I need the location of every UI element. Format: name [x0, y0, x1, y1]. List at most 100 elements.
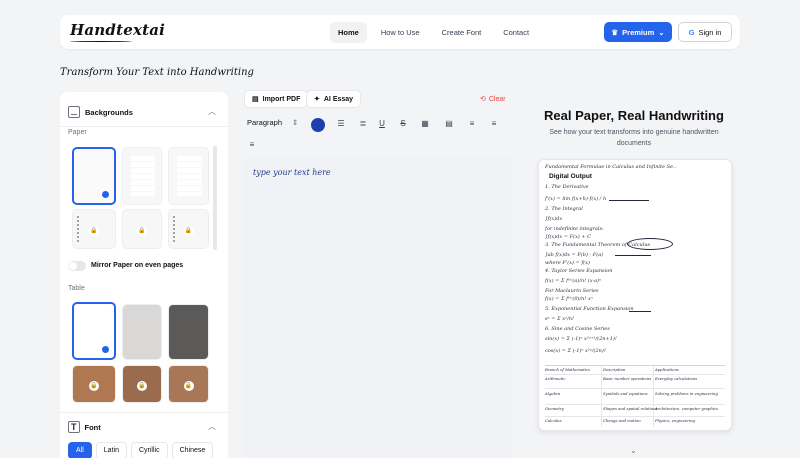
text-editor[interactable]: type your text here	[243, 156, 511, 458]
digital-output-label: Digital Output	[547, 172, 594, 181]
tab-chinese[interactable]: Chinese	[171, 442, 214, 458]
table-cell: Algebra	[545, 391, 561, 396]
table-option-oak[interactable]: 🔒	[168, 365, 209, 403]
paper-lines	[131, 156, 155, 196]
table-option-desk[interactable]: 🔒	[122, 365, 162, 403]
table-cell: Everyday calculations	[655, 376, 698, 381]
align-left-icon[interactable]: ≡	[467, 119, 477, 128]
table-rule	[545, 388, 725, 389]
table-icon[interactable]: ▦	[420, 119, 430, 128]
paper-option-light[interactable]	[122, 147, 162, 205]
font-section-header[interactable]: T Font ︿	[68, 419, 220, 435]
table-cell: Change and motion	[603, 418, 641, 423]
hw-line: 4. Taylor Series Expansion	[545, 268, 613, 274]
lock-icon: 🔒	[89, 381, 99, 391]
crown-icon: ♛	[611, 27, 619, 37]
strikethrough-icon[interactable]: S	[398, 119, 408, 128]
note-icon[interactable]: ▤	[444, 119, 454, 128]
hw-line: 2. The Integral	[545, 206, 583, 212]
top-header: Handtextai Home How to Use Create Font C…	[60, 15, 740, 49]
paper-option-plain[interactable]	[72, 147, 116, 205]
annotation-arrow	[615, 255, 651, 256]
chevron-up-icon[interactable]: ︿	[208, 106, 216, 117]
nav-contact[interactable]: Contact	[495, 22, 537, 43]
scroll-down-icon[interactable]: ⌄	[630, 446, 637, 455]
main-nav: Home How to Use Create Font Contact	[330, 22, 537, 43]
table-cell: Basic number operations	[603, 376, 652, 381]
annotation-arrow	[609, 200, 649, 201]
logo-swoosh	[70, 40, 132, 42]
nav-create-font[interactable]: Create Font	[434, 22, 490, 43]
paper-option-grid[interactable]	[168, 147, 209, 205]
hw-line: cos(x) = Σ (-1)ⁿ x²ⁿ/(2n)!	[545, 348, 606, 354]
table-cell: Geometry	[545, 406, 564, 411]
table-option-white[interactable]	[72, 302, 116, 360]
clear-label: Clear	[488, 95, 506, 103]
table-cell: Shapes and spatial relations	[603, 406, 658, 411]
hw-line: 1. The Derivative	[545, 184, 589, 190]
page-tagline: Transform Your Text into Handwriting	[60, 67, 254, 78]
paragraph-select[interactable]: Paragraph ⇕	[247, 118, 298, 127]
nav-home[interactable]: Home	[330, 22, 367, 43]
numbered-list-icon[interactable]: ≣	[358, 119, 368, 128]
hw-line: Fundamental Formulae in Calculus and Inf…	[545, 164, 677, 170]
preview-subtitle: See how your text transforms into genuin…	[549, 129, 719, 147]
sign-in-button[interactable]: G Sign in	[678, 22, 732, 42]
lock-icon: 🔒	[89, 226, 99, 236]
backgrounds-section-header[interactable]: Backgrounds ︿	[68, 104, 220, 120]
table-option-wood[interactable]: 🔒	[72, 365, 116, 403]
table-cell: Description	[603, 367, 626, 372]
table-cell: Solving problems in engineering	[655, 391, 718, 396]
table-cell: Arithmetic	[545, 376, 566, 381]
lock-icon: 🔒	[183, 226, 194, 236]
handwriting-preview: Fundamental Formulae in Calculus and Inf…	[538, 159, 732, 431]
tab-latin[interactable]: Latin	[95, 442, 127, 458]
hw-line: 5. Exponential Function Expansion	[545, 306, 634, 312]
paper-label: Paper	[68, 129, 87, 136]
settings-sidebar: Backgrounds ︿ Paper 🔒 🔒 🔒 Mirror Paper o…	[60, 92, 228, 458]
table-option-gray[interactable]	[122, 304, 162, 360]
font-icon: T	[68, 421, 80, 433]
text-color-picker[interactable]	[311, 118, 325, 132]
preview-title: Real Paper, Real Handwriting	[544, 108, 724, 123]
mirror-label: Mirror Paper on even pages	[91, 262, 184, 269]
table-cell: Symbols and equations	[603, 391, 648, 396]
align-center-icon[interactable]: ≡	[489, 119, 499, 128]
paper-option-spiral[interactable]: 🔒	[72, 209, 116, 249]
format-toolbar: Paragraph ⇕ ☰ ≣ U S ▦ ▤ ≡ ≡ ≡	[243, 116, 511, 152]
annotation-arrow	[629, 311, 651, 312]
table-cell: Branch of Mathematics	[545, 367, 591, 372]
tab-all[interactable]: All	[68, 442, 92, 458]
hw-line: f(x) = Σ f⁽ⁿ⁾(a)/n! (x-a)ⁿ	[545, 278, 602, 284]
premium-label: Premium	[622, 27, 655, 37]
clear-button[interactable]: ⟲ Clear	[480, 95, 506, 104]
hw-line: ∫f(x)dx	[545, 216, 563, 222]
divider	[60, 412, 228, 413]
table-rule	[545, 374, 725, 375]
hw-line: for indefinite integrals:	[545, 226, 604, 232]
table-col-rule	[653, 366, 654, 427]
lock-icon: 🔒	[137, 226, 147, 236]
underline-icon[interactable]: U	[377, 119, 387, 128]
nav-how-to-use[interactable]: How to Use	[373, 22, 428, 43]
paper-option-notebook[interactable]: 🔒	[122, 209, 162, 249]
hw-line: f(x) = Σ f⁽ⁿ⁾(0)/n! xⁿ	[545, 296, 593, 302]
mirror-toggle[interactable]	[68, 261, 86, 271]
selected-indicator	[102, 191, 109, 198]
bullet-list-icon[interactable]: ☰	[336, 119, 346, 128]
hw-line: where F'(x) = f(x)	[545, 260, 590, 266]
table-option-dark[interactable]	[168, 304, 209, 360]
import-label: Import PDF	[262, 95, 301, 103]
paper-scrollbar[interactable]	[213, 146, 217, 250]
tab-cyrillic[interactable]: Cyrillic	[130, 442, 168, 458]
align-justify-icon[interactable]: ≡	[247, 140, 257, 149]
ai-label: AI Essay	[323, 95, 354, 103]
premium-button[interactable]: ♛ Premium ⌄	[604, 22, 672, 42]
import-pdf-button[interactable]: ▤ Import PDF	[244, 90, 309, 108]
spiral-binding	[77, 216, 80, 242]
paper-option-spiral-2[interactable]: 🔒	[168, 209, 209, 249]
chevron-down-icon: ⌄	[658, 27, 665, 37]
ai-essay-button[interactable]: ✦ AI Essay	[306, 90, 362, 108]
site-logo[interactable]: Handtextai	[70, 21, 165, 39]
chevron-up-icon[interactable]: ︿	[208, 421, 216, 432]
